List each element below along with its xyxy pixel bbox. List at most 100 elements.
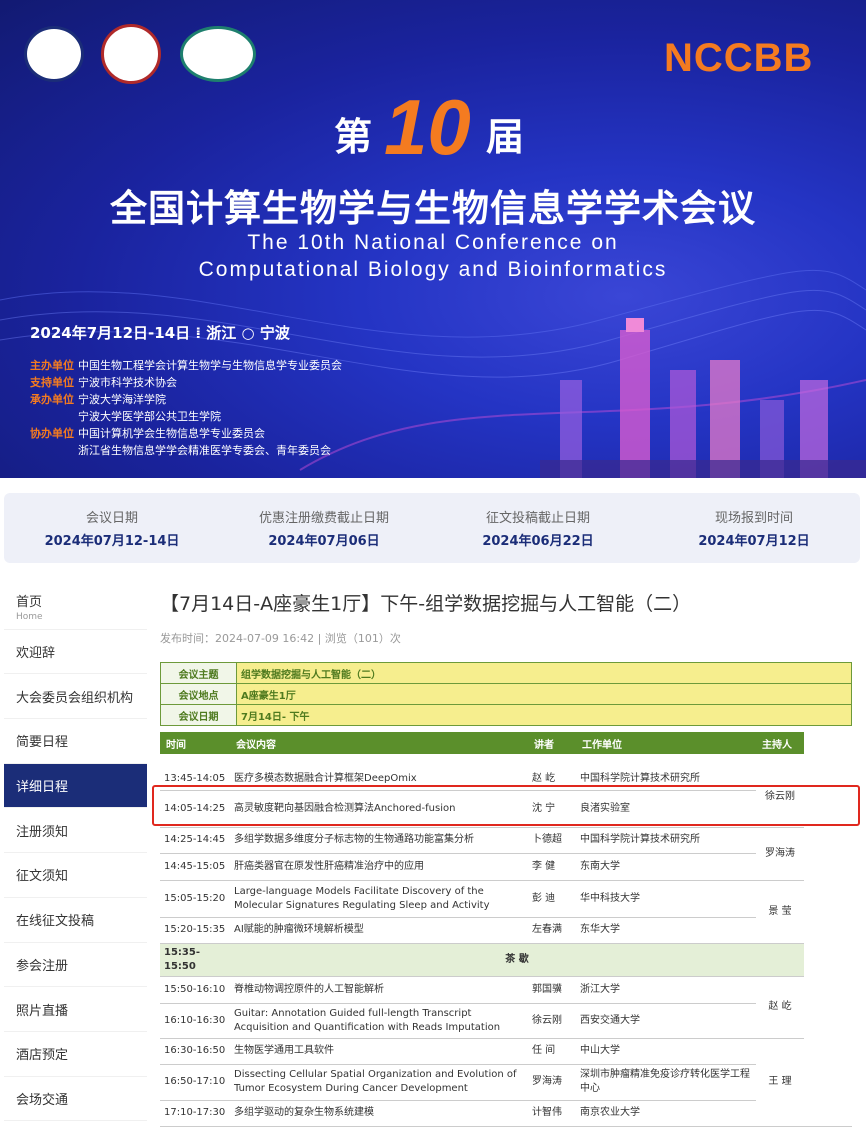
organizer-role: 支持单位 bbox=[30, 376, 74, 389]
sidebar-item-label: 大会委员会组织机构 bbox=[16, 690, 134, 706]
sidebar-item[interactable]: 欢迎辞 bbox=[4, 630, 147, 675]
sidebar-item[interactable]: 参会注册 bbox=[4, 943, 147, 988]
conference-title-en-2: Computational Biology and Bioinformatics bbox=[198, 258, 668, 281]
ningbo-university-logo bbox=[101, 24, 161, 84]
schedule-unit: 西安交通大学 bbox=[576, 1003, 756, 1039]
schedule-unit: 浙江大学 bbox=[576, 976, 756, 1004]
schedule-host bbox=[804, 1100, 852, 1127]
meeting-info-table: 会议主题 组学数据挖掘与人工智能（二） 会议地点 A座豪生1厅 会议日期 7月14日- 下… bbox=[160, 662, 852, 726]
schedule-speaker: 罗海涛 bbox=[528, 1064, 576, 1101]
sidebar-item[interactable]: 首页 Home bbox=[4, 585, 147, 630]
university-logo-1 bbox=[24, 26, 84, 82]
sidebar-item[interactable]: 酒店预定 bbox=[4, 1032, 147, 1077]
schedule-unit: 东南大学 bbox=[576, 853, 756, 881]
date-item: 优惠注册缴费截止日期 2024年07月06日 bbox=[258, 511, 389, 549]
sidebar-item-label: 在线征文投稿 bbox=[16, 914, 95, 930]
schedule-time: 17:10-17:30 bbox=[160, 1100, 230, 1127]
organizer-row: 协办单位 中国计算机学会生物信息学专业委员会浙江省生物信息学学会精准医学专委会、青… bbox=[30, 425, 331, 459]
schedule-speaker: 彭 迪 bbox=[528, 880, 576, 918]
schedule-break-label: 茶 歇 bbox=[230, 943, 804, 977]
sidebar-item[interactable]: 注册须知 bbox=[4, 808, 147, 854]
spacer-row bbox=[160, 754, 852, 768]
schedule-header-cell: 讲者 bbox=[528, 732, 576, 754]
sidebar-item-label: 首页 bbox=[16, 595, 43, 611]
sidebar-item-label: 酒店预定 bbox=[16, 1048, 69, 1064]
schedule-header-cell: 主持人 bbox=[756, 732, 804, 754]
key-dates-bar: 会议日期 2024年07月12-14日 优惠注册缴费截止日期 2024年07月06日… bbox=[4, 493, 860, 563]
date-item: 现场报到时间 2024年07月12日 bbox=[698, 511, 810, 549]
schedule-speaker: 任 间 bbox=[528, 1038, 576, 1065]
schedule-topic: 多组学驱动的复杂生物系统建模 bbox=[230, 1100, 528, 1127]
schedule-header-cell: 工作单位 bbox=[576, 732, 756, 754]
sidebar-item-label: 欢迎辞 bbox=[16, 646, 56, 662]
organizer-row: 承办单位 宁波大学海洋学院 宁波大学医学部公共卫生学院 bbox=[30, 391, 221, 425]
schedule-topic: Large-language Models Facilitate Discove… bbox=[230, 880, 528, 918]
sidebar-item-label: 简要日程 bbox=[16, 735, 69, 751]
schedule-unit: 中山大学 bbox=[576, 1038, 756, 1065]
organizer-name: 宁波大学医学部公共卫生学院 bbox=[78, 410, 221, 423]
schedule-time: 14:45-15:05 bbox=[160, 853, 230, 881]
sidebar-item-label: 照片直播 bbox=[16, 1003, 69, 1019]
schedule-topic: 肝癌类器官在原发性肝癌精准治疗中的应用 bbox=[230, 853, 528, 881]
schedule-speaker: 郭国骥 bbox=[528, 976, 576, 1004]
schedule-time: 15:35-15:50 bbox=[160, 943, 230, 977]
schedule-topic: Dissecting Cellular Spatial Organization… bbox=[230, 1064, 528, 1101]
city-skyline-illustration bbox=[540, 318, 866, 478]
schedule-header-cell: 会议内容 bbox=[230, 732, 528, 754]
schedule-row: 15:50-16:10 脊椎动物调控原件的人工智能解析 郭国骥 浙江大学赵 屹 bbox=[160, 976, 852, 1039]
sidebar-item[interactable]: 会场交通 bbox=[4, 1077, 147, 1122]
schedule-row: 16:50-17:10 Dissecting Cellular Spatial O… bbox=[160, 1064, 852, 1101]
nccbb-logo: NCCBB bbox=[664, 36, 814, 80]
schedule-unit: 华中科技大学 bbox=[576, 880, 756, 918]
schedule-unit: 深圳市肿瘤精准免疫诊疗转化医学工程中心 bbox=[576, 1064, 756, 1101]
organizer-row: 支持单位 宁波市科学技术协会 bbox=[30, 374, 177, 391]
schedule-time: 15:05-15:20 bbox=[160, 880, 230, 918]
schedule-speaker: 左春满 bbox=[528, 917, 576, 944]
highlight-box bbox=[152, 785, 860, 826]
sidebar-item[interactable]: 在线征文投稿 bbox=[4, 898, 147, 943]
sidebar-item-label: 会场交通 bbox=[16, 1092, 69, 1108]
organizer-name: 浙江省生物信息学学会精准医学专委会、青年委员会 bbox=[78, 444, 331, 457]
publish-meta: 发布时间：2024-07-09 16:42 | 浏览（101）次 bbox=[160, 632, 401, 645]
schedule-header-row: 时间 会议内容 讲者 工作单位 主持人 bbox=[160, 732, 852, 754]
conference-banner: NCCBB 第 10 届 全国计算生物学与生物信息学学术会议 The 10th … bbox=[0, 0, 866, 478]
schedule-row: 14:25-14:45 多组学数据多维度分子标志物的生物通路功能富集分析 卜德超 中国… bbox=[160, 827, 852, 881]
sidebar-item-label: 注册须知 bbox=[16, 824, 69, 840]
schedule-time: 15:20-15:35 bbox=[160, 917, 230, 944]
conference-title-en-1: The 10th National Conference on bbox=[247, 231, 619, 254]
schedule-row: 17:10-17:30 多组学驱动的复杂生物系统建模 计智伟 南京农业大学 bbox=[160, 1100, 852, 1127]
meeting-info-value: 组学数据挖掘与人工智能（二） bbox=[236, 662, 852, 684]
schedule-host: 罗海涛 bbox=[756, 827, 804, 881]
sidebar-item-label: 参会注册 bbox=[16, 958, 69, 974]
conference-date-place: 2024年7月12日-14日 ⁞ 浙江 ○ 宁波 bbox=[30, 324, 290, 342]
schedule-topic: 多组学数据多维度分子标志物的生物通路功能富集分析 bbox=[230, 827, 528, 854]
article-content: 【7月14日-A座豪生1厅】下午-组学数据挖掘与人工智能（二） 发布时间：202… bbox=[160, 585, 860, 1127]
schedule-time: 16:30-16:50 bbox=[160, 1038, 230, 1065]
schedule-row: 16:10-16:30 Guitar: Annotation Guided ful… bbox=[160, 1003, 852, 1039]
title-prefix: 第 bbox=[334, 115, 373, 159]
sidebar-nav: 首页 Home 欢迎辞大会委员会组织机构 简要日程详细日程注册须知征文须知在线征文投稿… bbox=[4, 585, 147, 1122]
meeting-info-key: 会议主题 bbox=[160, 662, 237, 684]
sidebar-item[interactable]: 征文须知 bbox=[4, 853, 147, 898]
schedule-speaker: 李 健 bbox=[528, 853, 576, 881]
organizer-role: 协办单位 bbox=[30, 427, 74, 440]
organizer-name: 中国计算机学会生物信息学专业委员会 bbox=[78, 427, 265, 440]
schedule-row: 16:30-16:50 生物医学通用工具软件任 间中山大学王 理 bbox=[160, 1038, 852, 1127]
meeting-info-row: 会议主题 组学数据挖掘与人工智能（二） bbox=[160, 662, 852, 684]
schedule-speaker: 卜德超 bbox=[528, 827, 576, 854]
meeting-info-value: 7月14日- 下午 bbox=[236, 704, 852, 726]
schedule-header-cell: 时间 bbox=[160, 732, 230, 754]
meeting-info-value: A座豪生1厅 bbox=[236, 683, 852, 705]
schedule-time: 16:10-16:30 bbox=[160, 1003, 230, 1039]
sidebar-item[interactable]: 大会委员会组织机构 bbox=[4, 674, 147, 720]
schedule-row: 15:35-15:50 茶 歇 bbox=[160, 943, 852, 977]
sidebar-item-label: 征文须知 bbox=[16, 869, 69, 885]
sidebar-item[interactable]: 简要日程 bbox=[4, 719, 147, 764]
schedule-topic: AI赋能的肿瘤微环境解析模型 bbox=[230, 917, 528, 944]
page-title: 【7月14日-A座豪生1厅】下午-组学数据挖掘与人工智能（二） bbox=[160, 593, 692, 615]
schedule-speaker: 徐云刚 bbox=[528, 1003, 576, 1039]
organizer-name: 宁波大学海洋学院 bbox=[78, 393, 166, 406]
sidebar-item[interactable]: 照片直播 bbox=[4, 987, 147, 1032]
sidebar-item[interactable]: 详细日程 bbox=[4, 763, 147, 809]
schedule-topic: Guitar: Annotation Guided full-length Tr… bbox=[230, 1003, 528, 1039]
